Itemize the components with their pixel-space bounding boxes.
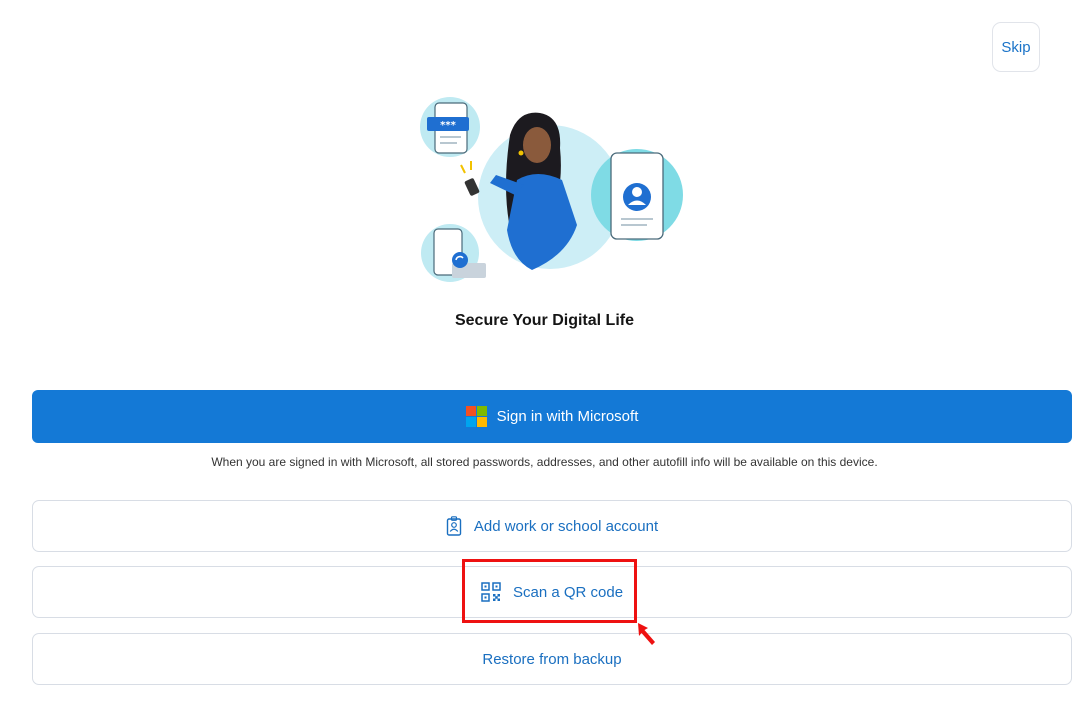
password-phone-icon: *** — [420, 97, 480, 157]
restore-from-backup-label: Restore from backup — [482, 650, 622, 668]
sign-in-note: When you are signed in with Microsoft, a… — [211, 455, 878, 469]
sync-phone-icon — [421, 224, 486, 282]
add-work-account-label: Add work or school account — [473, 517, 659, 535]
restore-from-backup-button[interactable]: Restore from backup — [32, 633, 1072, 685]
sign-in-microsoft-button[interactable]: Sign in with Microsoft — [32, 390, 1072, 443]
hero-illustration: *** — [420, 97, 683, 282]
scan-qr-code-label: Scan a QR code — [512, 583, 624, 601]
add-work-account-button[interactable]: Add work or school account — [32, 500, 1072, 552]
qr-code-icon — [481, 582, 501, 602]
skip-button[interactable]: Skip — [992, 22, 1040, 72]
svg-text:***: *** — [440, 120, 456, 131]
scan-qr-code-button[interactable]: Scan a QR code — [32, 566, 1072, 618]
page-title: Secure Your Digital Life — [454, 312, 634, 329]
id-badge-icon — [446, 516, 462, 536]
profile-phone-icon — [591, 149, 683, 241]
sign-in-label: Sign in with Microsoft — [496, 408, 639, 425]
microsoft-logo-icon — [465, 406, 487, 427]
